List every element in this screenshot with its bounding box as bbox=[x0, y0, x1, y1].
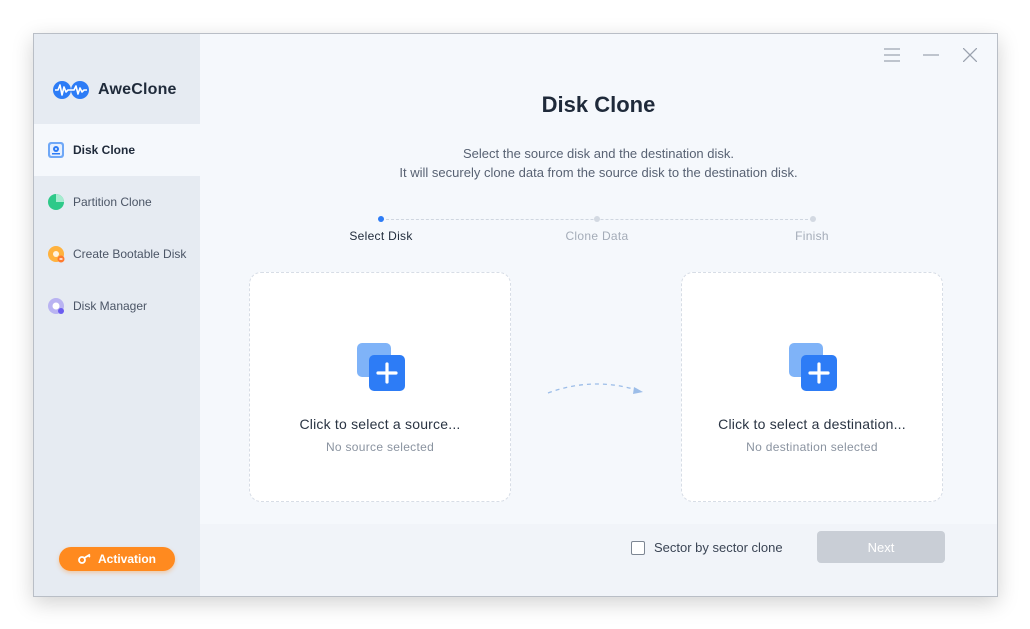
disk-clone-icon bbox=[46, 140, 66, 160]
activation-label: Activation bbox=[97, 552, 156, 566]
destination-card-status: No destination selected bbox=[746, 440, 878, 454]
disk-manager-icon bbox=[46, 296, 66, 316]
hamburger-menu-icon[interactable] bbox=[881, 44, 903, 66]
source-card-status: No source selected bbox=[325, 440, 435, 454]
close-icon[interactable] bbox=[959, 44, 981, 66]
step-label-finish: Finish bbox=[795, 229, 829, 243]
sector-by-sector-option[interactable]: Sector by sector clone bbox=[631, 540, 783, 555]
logo-area: AweClone bbox=[34, 34, 200, 124]
sidebar-item-create-bootable-disk[interactable]: Create Bootable Disk bbox=[34, 228, 200, 280]
source-card-title: Click to select a source... bbox=[299, 416, 461, 432]
sidebar-item-label: Create Bootable Disk bbox=[73, 247, 187, 261]
subtitle-line-2: It will securely clone data from the sou… bbox=[399, 165, 798, 180]
destination-card-title: Click to select a destination... bbox=[718, 416, 906, 432]
destination-disk-card[interactable]: Click to select a destination... No dest… bbox=[681, 272, 943, 502]
sidebar: AweClone Disk Clone Partition Clone Crea… bbox=[34, 34, 200, 596]
app-window: AweClone Disk Clone Partition Clone Crea… bbox=[33, 33, 998, 597]
add-source-icon bbox=[357, 343, 405, 391]
sidebar-item-label: Partition Clone bbox=[73, 195, 152, 209]
minimize-icon[interactable] bbox=[920, 44, 942, 66]
sidebar-item-disk-manager[interactable]: Disk Manager bbox=[34, 280, 200, 332]
aweclone-logo-icon bbox=[53, 81, 89, 99]
subtitle-line-1: Select the source disk and the destinati… bbox=[463, 146, 734, 161]
sidebar-item-label: Disk Clone bbox=[73, 143, 136, 157]
activation-button[interactable]: Activation bbox=[59, 547, 175, 571]
app-name: AweClone bbox=[98, 81, 177, 98]
step-label-clone-data: Clone Data bbox=[565, 229, 629, 243]
step-dot-select-disk bbox=[378, 216, 384, 222]
bootable-disk-icon bbox=[46, 244, 66, 264]
sidebar-item-label: Disk Manager bbox=[73, 299, 148, 313]
partition-clone-icon bbox=[46, 192, 66, 212]
next-button[interactable]: Next bbox=[817, 531, 945, 563]
sidebar-item-disk-clone[interactable]: Disk Clone bbox=[34, 124, 200, 176]
page-title: Disk Clone bbox=[541, 92, 656, 117]
add-destination-icon bbox=[789, 343, 837, 391]
clone-direction-arrow-icon bbox=[547, 383, 643, 394]
sector-by-sector-label: Sector by sector clone bbox=[654, 540, 783, 555]
step-dot-clone-data bbox=[594, 216, 600, 222]
step-label-select-disk: Select Disk bbox=[349, 229, 413, 243]
step-dot-finish bbox=[810, 216, 816, 222]
sector-by-sector-checkbox[interactable] bbox=[631, 540, 645, 555]
source-disk-card[interactable]: Click to select a source... No source se… bbox=[249, 272, 511, 502]
page-subtitle: Select the source disk and the destinati… bbox=[200, 144, 997, 182]
app-logo: AweClone bbox=[52, 80, 177, 100]
key-icon bbox=[78, 553, 92, 565]
sidebar-item-partition-clone[interactable]: Partition Clone bbox=[34, 176, 200, 228]
